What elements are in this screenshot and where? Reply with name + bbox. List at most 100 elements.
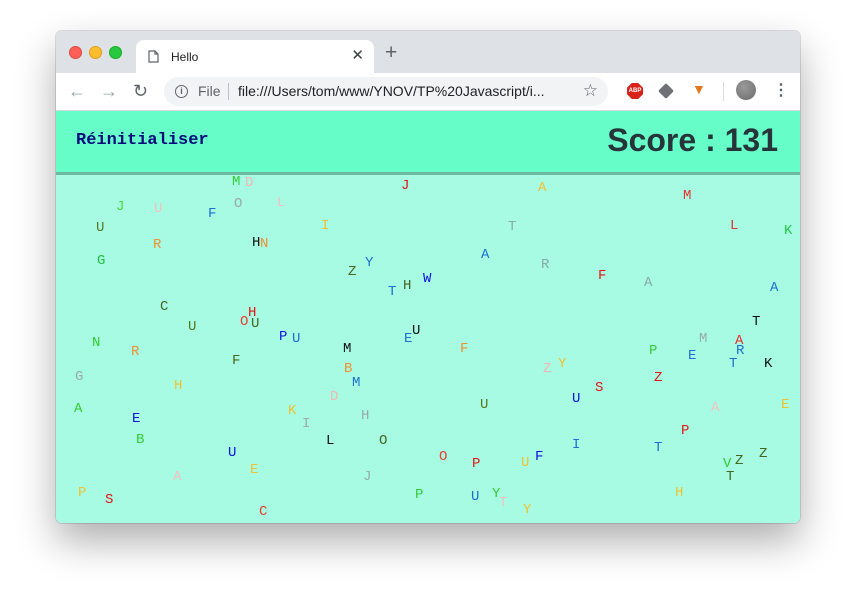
falling-letter[interactable]: U xyxy=(96,221,104,235)
falling-letter[interactable]: A xyxy=(644,276,652,290)
falling-letter[interactable]: E xyxy=(688,349,696,363)
falling-letter[interactable]: N xyxy=(92,336,100,350)
falling-letter[interactable]: U xyxy=(228,446,236,460)
falling-letter[interactable]: U xyxy=(251,317,259,331)
falling-letter[interactable]: M xyxy=(683,189,691,203)
falling-letter[interactable]: F xyxy=(208,207,216,221)
falling-letter[interactable]: P xyxy=(78,486,86,500)
falling-letter[interactable]: L xyxy=(277,196,285,210)
falling-letter[interactable]: S xyxy=(105,493,113,507)
falling-letter[interactable]: G xyxy=(75,370,83,384)
falling-letter[interactable]: Z xyxy=(759,447,767,461)
falling-letter[interactable]: E xyxy=(250,463,258,477)
falling-letter[interactable]: B xyxy=(136,433,144,447)
adblock-icon[interactable]: ABP xyxy=(627,83,643,99)
falling-letter[interactable]: K xyxy=(764,357,772,371)
forward-arrow-icon[interactable]: → xyxy=(100,81,118,101)
falling-letter[interactable]: R xyxy=(131,345,139,359)
falling-letter[interactable]: T xyxy=(729,357,737,371)
falling-letter[interactable]: F xyxy=(535,450,543,464)
bookmark-star-icon[interactable]: ☆ xyxy=(583,81,598,101)
falling-letter[interactable]: O xyxy=(439,450,447,464)
falling-letter[interactable]: T xyxy=(508,220,516,234)
falling-letter[interactable]: H xyxy=(675,486,683,500)
falling-letter[interactable]: O xyxy=(240,315,248,329)
falling-letter[interactable]: F xyxy=(232,354,240,368)
minimize-window-button[interactable] xyxy=(89,46,102,59)
falling-letter[interactable]: I xyxy=(302,417,310,431)
falling-letter[interactable]: P xyxy=(415,488,423,502)
address-bar[interactable]: i File file:///Users/tom/www/YNOV/TP%20J… xyxy=(164,77,608,106)
falling-letter[interactable]: Z xyxy=(654,371,662,385)
falling-letter[interactable]: Y xyxy=(365,256,373,270)
close-window-button[interactable] xyxy=(69,46,82,59)
falling-letter[interactable]: F xyxy=(598,269,606,283)
falling-letter[interactable]: Z xyxy=(348,265,356,279)
falling-letter[interactable]: U xyxy=(188,320,196,334)
falling-letter[interactable]: A xyxy=(481,248,489,262)
maximize-window-button[interactable] xyxy=(109,46,122,59)
falling-letter[interactable]: U xyxy=(292,332,300,346)
falling-letter[interactable]: U xyxy=(480,398,488,412)
falling-letter[interactable]: Z xyxy=(735,454,743,468)
falling-letter[interactable]: T xyxy=(654,441,662,455)
falling-letter[interactable]: Y xyxy=(523,503,531,517)
falling-letter[interactable]: W xyxy=(423,272,431,286)
falling-letter[interactable]: A xyxy=(770,281,778,295)
falling-letter[interactable]: P xyxy=(681,424,689,438)
falling-letter[interactable]: F xyxy=(460,342,468,356)
falling-letter[interactable]: T xyxy=(752,315,760,329)
falling-letter[interactable]: D xyxy=(245,176,253,190)
fox-extension-icon[interactable]: ▼ xyxy=(692,81,706,97)
falling-letter[interactable]: N xyxy=(260,237,268,251)
falling-letter[interactable]: J xyxy=(363,470,371,484)
falling-letter[interactable]: S xyxy=(595,381,603,395)
falling-letter[interactable]: U xyxy=(471,490,479,504)
game-page[interactable]: Réinitialiser Score : 131 MDJAMJUFOLUITL… xyxy=(56,111,800,523)
falling-letter[interactable]: M xyxy=(232,175,240,189)
falling-letter[interactable]: O xyxy=(379,434,387,448)
falling-letter[interactable]: T xyxy=(499,496,507,510)
falling-letter[interactable]: R xyxy=(541,258,549,272)
falling-letter[interactable]: J xyxy=(116,200,124,214)
falling-letter[interactable]: R xyxy=(736,344,744,358)
falling-letter[interactable]: P xyxy=(649,344,657,358)
falling-letter[interactable]: U xyxy=(572,392,580,406)
falling-letter[interactable]: U xyxy=(412,324,420,338)
layers-extension-icon[interactable] xyxy=(658,83,674,99)
falling-letter[interactable]: Y xyxy=(558,357,566,371)
tab-hello[interactable]: Hello ✕ xyxy=(136,40,374,73)
close-tab-icon[interactable]: ✕ xyxy=(351,47,364,65)
falling-letter[interactable]: C xyxy=(160,300,168,314)
falling-letter[interactable]: I xyxy=(321,219,329,233)
falling-letter[interactable]: G xyxy=(97,254,105,268)
falling-letter[interactable]: M xyxy=(343,342,351,356)
falling-letter[interactable]: L xyxy=(326,434,334,448)
back-arrow-icon[interactable]: ← xyxy=(68,81,86,101)
reload-icon[interactable]: ↻ xyxy=(133,81,148,101)
falling-letter[interactable]: U xyxy=(521,456,529,470)
falling-letter[interactable]: H xyxy=(361,409,369,423)
falling-letter[interactable]: H xyxy=(403,279,411,293)
falling-letter[interactable]: P xyxy=(279,330,287,344)
new-tab-icon[interactable]: + xyxy=(385,42,397,63)
falling-letter[interactable]: Z xyxy=(543,362,551,376)
falling-letter[interactable]: O xyxy=(234,197,242,211)
falling-letter[interactable]: K xyxy=(288,404,296,418)
falling-letter[interactable]: E xyxy=(132,412,140,426)
info-icon[interactable]: i xyxy=(175,85,188,98)
url-text[interactable]: file:///Users/tom/www/YNOV/TP%20Javascri… xyxy=(238,83,568,99)
falling-letter[interactable]: T xyxy=(388,285,396,299)
falling-letter[interactable]: M xyxy=(352,376,360,390)
falling-letter[interactable]: H xyxy=(174,379,182,393)
falling-letter[interactable]: B xyxy=(344,362,352,376)
falling-letter[interactable]: C xyxy=(259,505,267,519)
profile-avatar[interactable] xyxy=(736,80,756,100)
falling-letter[interactable]: A xyxy=(173,470,181,484)
falling-letter[interactable]: U xyxy=(154,202,162,216)
falling-letter[interactable]: A xyxy=(538,181,546,195)
falling-letter[interactable]: A xyxy=(74,402,82,416)
falling-letter[interactable]: D xyxy=(330,390,338,404)
reset-button[interactable]: Réinitialiser xyxy=(76,131,209,150)
falling-letter[interactable]: R xyxy=(153,238,161,252)
